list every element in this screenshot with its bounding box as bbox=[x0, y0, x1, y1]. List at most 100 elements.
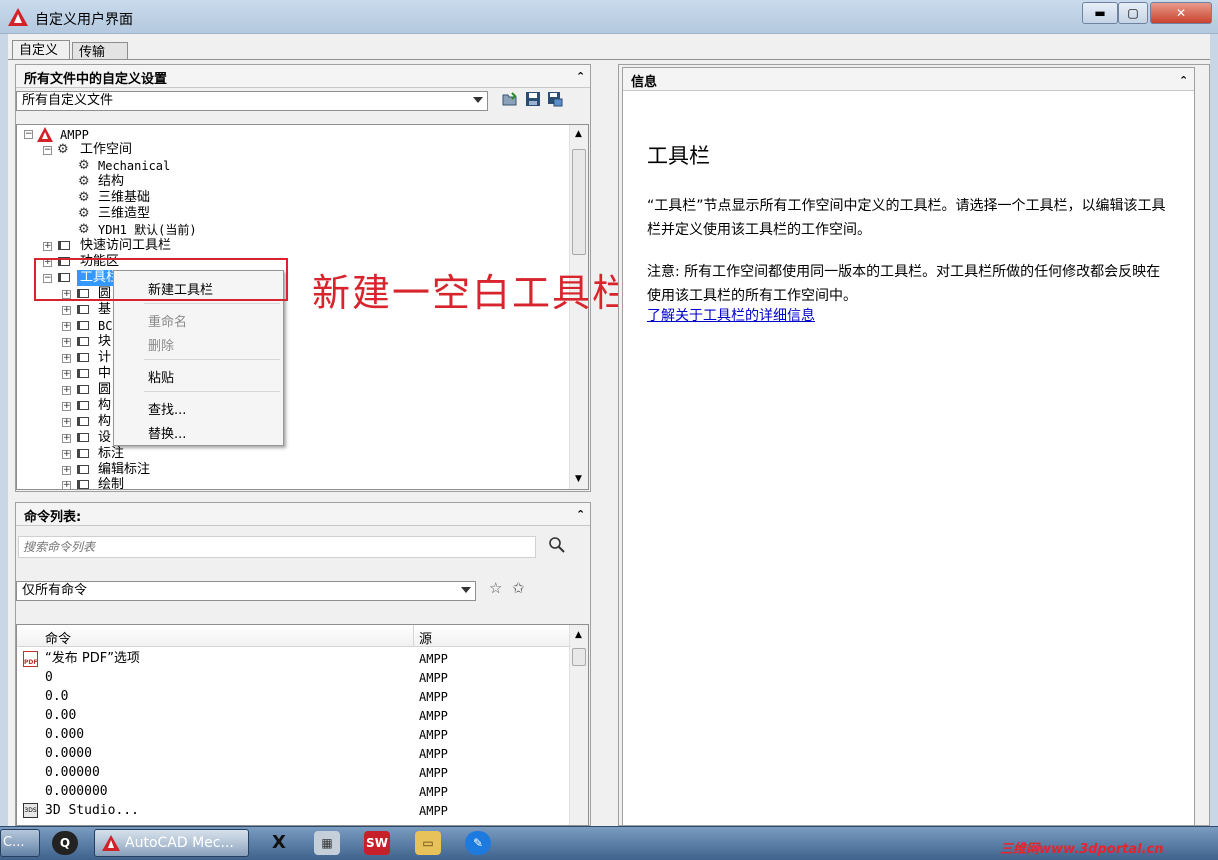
tree-node-3d-basics[interactable]: 三维基础 bbox=[98, 190, 150, 206]
tree-node-ydh1-default[interactable]: YDH1 默认(当前) bbox=[98, 222, 197, 238]
command-row-name[interactable]: “发布 PDF”选项 bbox=[45, 649, 140, 668]
tree-expand-icon[interactable]: + bbox=[62, 481, 71, 490]
info-title: 工具栏 bbox=[647, 144, 710, 168]
tree-node-structure[interactable]: 结构 bbox=[98, 174, 124, 190]
toolbar-icon bbox=[77, 334, 89, 350]
collapse-chevron-icon[interactable]: ⌃ bbox=[576, 70, 585, 83]
search-icon[interactable] bbox=[548, 536, 566, 554]
new-command-icon[interactable]: ✩ bbox=[512, 579, 525, 597]
command-table-header: 命令 源 bbox=[17, 625, 569, 647]
command-row-name[interactable]: 3D Studio... bbox=[45, 801, 139, 820]
gear-icon: ⚙ bbox=[78, 206, 90, 221]
taskbar-item-left[interactable]: C... bbox=[0, 829, 40, 857]
tree-expand-icon[interactable]: + bbox=[62, 434, 71, 443]
command-row-source: AMPP bbox=[419, 728, 448, 742]
column-divider bbox=[413, 625, 414, 647]
command-scrollbar[interactable]: ▲ bbox=[569, 625, 588, 825]
tree-node-toolbar-item[interactable]: 圆 bbox=[98, 382, 111, 398]
tree-node-edit-dimension[interactable]: 编辑标注 bbox=[98, 462, 150, 478]
qq-icon[interactable]: Q bbox=[52, 831, 78, 855]
tree-node-toolbar-item[interactable]: 基 bbox=[98, 302, 111, 318]
tab-transfer[interactable]: 传输 bbox=[72, 42, 128, 60]
tree-expand-icon[interactable]: + bbox=[62, 418, 71, 427]
customization-file-select[interactable]: 所有自定义文件 bbox=[16, 91, 488, 111]
command-table[interactable]: 命令 源 ▲ PDF “发布 PDF”选项 AMPP 0 AMPP 0.0 AMPP … bbox=[16, 624, 589, 826]
close-button[interactable]: ✕ bbox=[1150, 2, 1212, 24]
menu-item-rename[interactable]: 重命名 bbox=[148, 311, 187, 330]
command-row-name[interactable]: 0 bbox=[45, 668, 53, 687]
tree-node-workspaces[interactable]: 工作空间 bbox=[80, 142, 132, 158]
tree-collapse-icon[interactable]: − bbox=[24, 130, 33, 139]
menu-item-replace[interactable]: 替换... bbox=[148, 423, 186, 442]
folder-icon[interactable]: ▭ bbox=[415, 831, 441, 855]
scroll-up-icon[interactable]: ▲ bbox=[575, 630, 582, 640]
title-bar[interactable] bbox=[0, 0, 1218, 34]
command-row-name[interactable]: 0.000 bbox=[45, 725, 84, 744]
tab-customize[interactable]: 自定义 bbox=[12, 40, 70, 60]
autocad-logo-icon bbox=[8, 8, 28, 26]
tree-collapse-icon[interactable]: − bbox=[43, 146, 52, 155]
menu-item-find[interactable]: 查找... bbox=[148, 399, 186, 418]
command-filter-value: 仅所有命令 bbox=[22, 583, 88, 598]
calculator-icon[interactable]: ▦ bbox=[314, 831, 340, 855]
tree-expand-icon[interactable]: + bbox=[62, 450, 71, 459]
menu-item-delete[interactable]: 删除 bbox=[148, 335, 174, 354]
tree-scroll-thumb[interactable] bbox=[572, 149, 586, 255]
tree-expand-icon[interactable]: + bbox=[62, 306, 71, 315]
tree-node-toolbar-item[interactable]: BC bbox=[98, 318, 112, 334]
pen-app-icon[interactable]: ✎ bbox=[465, 831, 491, 855]
tree-node-quick-access[interactable]: 快速访问工具栏 bbox=[80, 238, 171, 254]
find-command-icon[interactable]: ☆ bbox=[489, 579, 502, 597]
command-row-name[interactable]: 0.00 bbox=[45, 706, 76, 725]
window-title: 自定义用户界面 bbox=[35, 12, 133, 28]
toolbar-icon bbox=[77, 398, 89, 414]
tree-node-ampp[interactable]: AMPP bbox=[60, 127, 89, 143]
minimize-button[interactable]: ▬ bbox=[1082, 2, 1118, 24]
command-list-header: 命令列表: bbox=[16, 503, 590, 526]
command-filter-select[interactable]: 仅所有命令 bbox=[16, 581, 476, 601]
tree-expand-icon[interactable]: + bbox=[43, 242, 52, 251]
command-scroll-thumb[interactable] bbox=[572, 648, 586, 666]
xmind-icon[interactable]: X bbox=[266, 831, 292, 855]
tree-expand-icon[interactable]: + bbox=[62, 370, 71, 379]
tree-node-draw[interactable]: 绘制 bbox=[98, 477, 124, 489]
command-row-name[interactable]: 0.0000 bbox=[45, 744, 92, 763]
learn-more-link[interactable]: 了解关于工具栏的详细信息 bbox=[647, 305, 815, 325]
menu-item-paste[interactable]: 粘贴 bbox=[148, 367, 174, 386]
tree-node-toolbar-item[interactable]: 中 bbox=[98, 366, 111, 382]
command-search-input[interactable] bbox=[18, 536, 536, 558]
tree-node-toolbar-item[interactable]: 构 bbox=[98, 414, 111, 430]
scroll-down-icon[interactable]: ▼ bbox=[575, 474, 582, 484]
command-row-name[interactable]: 0.0 bbox=[45, 687, 68, 706]
tree-node-toolbar-item[interactable]: 计 bbox=[98, 350, 111, 366]
tree-node-toolbar-item[interactable]: 设 bbox=[98, 430, 111, 446]
solidworks-icon[interactable]: SW bbox=[364, 831, 390, 855]
tree-expand-icon[interactable]: + bbox=[62, 338, 71, 347]
tree-expand-icon[interactable]: + bbox=[62, 322, 71, 331]
col-source[interactable]: 源 bbox=[419, 628, 432, 647]
scroll-up-icon[interactable]: ▲ bbox=[575, 129, 582, 139]
col-command[interactable]: 命令 bbox=[45, 628, 71, 647]
command-row-name[interactable]: 0.000000 bbox=[45, 782, 108, 801]
tree-node-toolbar-item[interactable]: 块 bbox=[98, 334, 111, 350]
command-row-source: AMPP bbox=[419, 652, 448, 666]
tree-node-mechanical[interactable]: Mechanical bbox=[98, 158, 170, 174]
save-as-icon[interactable] bbox=[547, 91, 563, 107]
tree-expand-icon[interactable]: + bbox=[62, 386, 71, 395]
pdf-icon: PDF bbox=[23, 651, 38, 667]
tree-node-3d-modeling[interactable]: 三维造型 bbox=[98, 206, 150, 222]
open-file-icon[interactable] bbox=[502, 91, 518, 107]
toolbar-icon bbox=[77, 414, 89, 430]
command-row-source: AMPP bbox=[419, 671, 448, 685]
toolbar-icon bbox=[77, 302, 89, 318]
tree-node-toolbar-item[interactable]: 构 bbox=[98, 398, 111, 414]
maximize-button[interactable]: ▢ bbox=[1118, 2, 1148, 24]
save-icon[interactable] bbox=[525, 91, 541, 107]
collapse-chevron-icon[interactable]: ⌃ bbox=[1179, 74, 1188, 87]
tree-expand-icon[interactable]: + bbox=[62, 402, 71, 411]
command-row-name[interactable]: 0.00000 bbox=[45, 763, 100, 782]
tree-expand-icon[interactable]: + bbox=[62, 354, 71, 363]
tree-node-dimension[interactable]: 标注 bbox=[98, 446, 124, 462]
collapse-chevron-icon[interactable]: ⌃ bbox=[576, 508, 585, 521]
tree-expand-icon[interactable]: + bbox=[62, 466, 71, 475]
